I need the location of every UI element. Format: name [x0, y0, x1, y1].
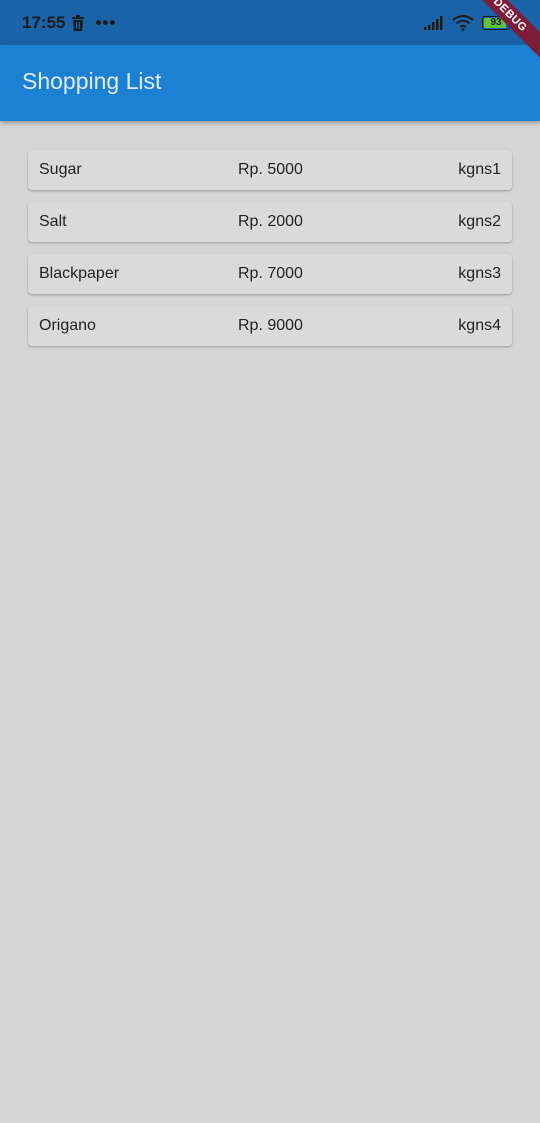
- shopping-list: Sugar Rp. 5000 kgns1 Salt Rp. 2000 kgns2…: [28, 150, 512, 358]
- list-item[interactable]: Blackpaper Rp. 7000 kgns3: [28, 254, 512, 294]
- status-left: 17:55 •••: [22, 12, 116, 34]
- item-quantity: kgns1: [458, 161, 501, 178]
- item-name: Sugar: [39, 161, 82, 178]
- list-item[interactable]: Origano Rp. 9000 kgns4: [28, 306, 512, 346]
- item-price: Rp. 7000: [238, 265, 303, 282]
- item-price: Rp. 9000: [238, 317, 303, 334]
- item-quantity: kgns4: [458, 317, 501, 334]
- app-bar: Shopping List: [0, 45, 540, 121]
- more-dots-icon: •••: [95, 13, 117, 32]
- status-bar: 17:55 ••• 93: [0, 0, 540, 45]
- item-name: Blackpaper: [39, 265, 120, 282]
- list-item[interactable]: Salt Rp. 2000 kgns2: [28, 202, 512, 242]
- wifi-icon: [452, 15, 474, 31]
- status-time: 17:55: [22, 13, 66, 32]
- list-item[interactable]: Sugar Rp. 5000 kgns1: [28, 150, 512, 190]
- item-quantity: kgns2: [458, 213, 501, 230]
- item-name: Salt: [39, 213, 67, 230]
- item-price: Rp. 5000: [238, 161, 303, 178]
- item-name: Origano: [39, 317, 96, 334]
- trash-icon: [71, 15, 85, 31]
- status-right: 93: [424, 13, 513, 33]
- signal-icon: [424, 16, 444, 30]
- item-price: Rp. 2000: [238, 213, 303, 230]
- page-title: Shopping List: [22, 68, 162, 94]
- item-quantity: kgns3: [458, 265, 501, 282]
